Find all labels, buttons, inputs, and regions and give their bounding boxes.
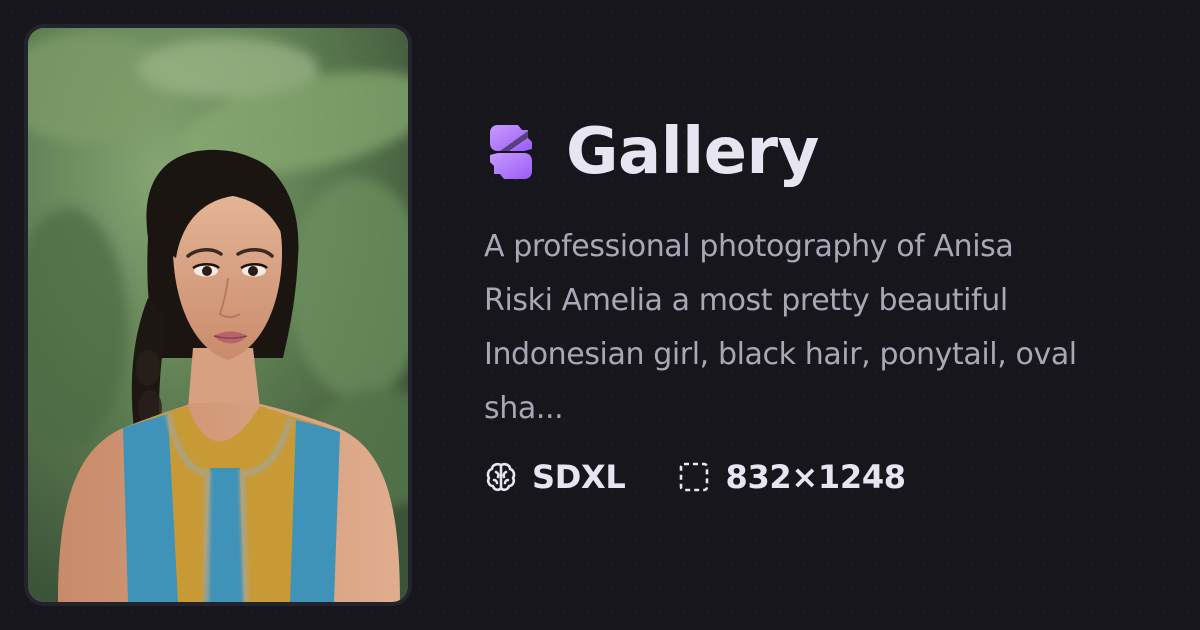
brand-header: Gallery xyxy=(484,110,1164,194)
generated-photo[interactable] xyxy=(28,28,408,602)
dimensions-label: 832×1248 xyxy=(725,458,906,496)
image-meta: SDXL 832×1248 xyxy=(484,458,1164,496)
info-panel: Gallery A professional photography of An… xyxy=(484,110,1164,496)
brain-icon xyxy=(486,462,516,492)
model-tag: SDXL xyxy=(484,458,626,496)
stable-diffusion-logo-icon[interactable] xyxy=(484,121,538,183)
model-label: SDXL xyxy=(532,458,626,496)
portrait-illustration xyxy=(28,28,408,602)
image-prompt-description: A professional photography of Anisa Risk… xyxy=(484,229,1077,426)
image-card[interactable] xyxy=(24,24,412,606)
dimensions-tag: 832×1248 xyxy=(677,458,906,496)
dashed-crop-icon xyxy=(680,462,709,492)
page-title: Gallery xyxy=(566,115,819,189)
